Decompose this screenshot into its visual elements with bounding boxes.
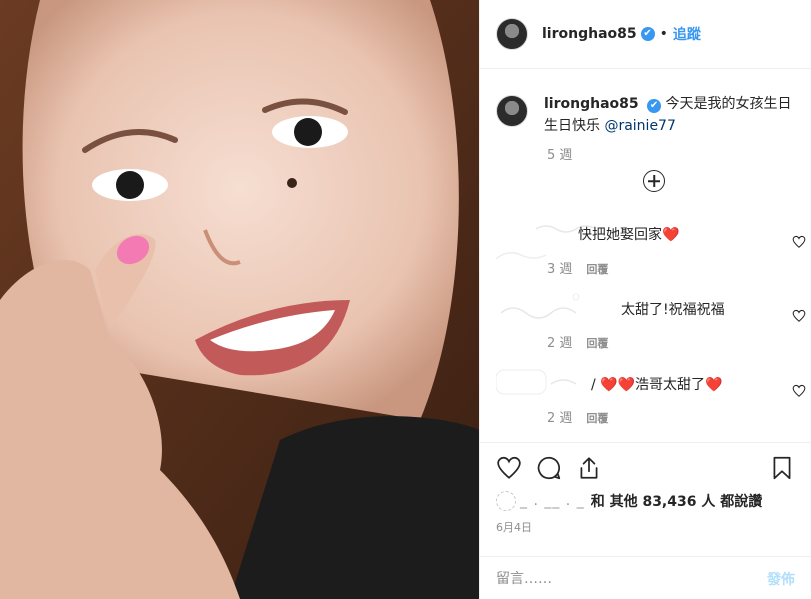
comment-time[interactable]: 3 週 xyxy=(547,262,572,277)
comment-meta: 3 週 回覆 xyxy=(547,258,608,277)
comment-text: / ❤️❤️浩哥太甜了❤️ xyxy=(591,377,723,393)
comment-meta: 2 週 回覆 xyxy=(547,332,608,351)
comment-item: / ❤️❤️浩哥太甜了❤️ 2 週 回覆 xyxy=(496,366,811,430)
comment-item: 太甜了!祝福祝福 2 週 回覆 xyxy=(496,291,811,355)
header-username[interactable]: lironghao85 xyxy=(542,26,637,42)
comment-time[interactable]: 2 週 xyxy=(547,411,572,426)
caption-mention[interactable]: @rainie77 xyxy=(604,118,675,134)
post-header: lironghao85 ✔ • 追蹤 xyxy=(480,0,811,69)
post-date[interactable]: 6月4日 xyxy=(496,519,532,535)
comment-input[interactable] xyxy=(496,570,767,587)
liker-avatar[interactable] xyxy=(496,491,516,511)
selfie-image xyxy=(0,0,479,599)
plus-circle-icon[interactable] xyxy=(643,170,665,192)
post-caption: lironghao85 ✔ 今天是我的女孩生日 生日快乐 @rainie77 xyxy=(496,93,796,137)
verified-badge-icon: ✔ xyxy=(647,99,662,113)
blurred-username-icon xyxy=(500,293,580,319)
comment-like-heart-icon[interactable] xyxy=(792,384,806,398)
post-photo[interactable] xyxy=(0,0,479,599)
avatar[interactable] xyxy=(496,18,528,50)
likes-summary[interactable]: _ . __ . _ 和 其他 83,436 人 都說讚 xyxy=(496,491,762,511)
post-sidebar: lironghao85 ✔ • 追蹤 lironghao85 ✔ 今天是我的女孩… xyxy=(479,0,811,599)
share-icon[interactable] xyxy=(576,455,602,481)
follow-button[interactable]: 追蹤 xyxy=(673,24,701,44)
caption-body: lironghao85 ✔ 今天是我的女孩生日 生日快乐 @rainie77 xyxy=(544,93,794,137)
liker-username[interactable]: _ . __ . _ xyxy=(520,493,585,509)
comments-list[interactable]: lironghao85 ✔ 今天是我的女孩生日 生日快乐 @rainie77 5… xyxy=(480,69,811,442)
post-comment-button[interactable]: 發佈 xyxy=(767,569,795,589)
bookmark-icon[interactable] xyxy=(769,455,795,481)
reply-button[interactable]: 回覆 xyxy=(586,263,608,276)
comment-like-heart-icon[interactable] xyxy=(792,235,806,249)
comment-item: 快把她娶回家❤️ 3 週 回覆 xyxy=(496,219,811,279)
action-icons xyxy=(496,455,795,481)
caption-username[interactable]: lironghao85 xyxy=(544,96,639,112)
comment-time[interactable]: 2 週 xyxy=(547,336,572,351)
comment-like-heart-icon[interactable] xyxy=(792,309,806,323)
reply-button[interactable]: 回覆 xyxy=(586,337,608,350)
reply-button[interactable]: 回覆 xyxy=(586,412,608,425)
verified-badge-icon: ✔ xyxy=(640,27,655,41)
caption-time[interactable]: 5 週 xyxy=(547,144,572,163)
separator-dot: • xyxy=(659,26,668,42)
comment-meta: 2 週 回覆 xyxy=(547,407,608,426)
comment-icon[interactable] xyxy=(536,455,562,481)
post-actions: _ . __ . _ 和 其他 83,436 人 都說讚 6月4日 發佈 xyxy=(480,442,811,599)
comment-text: 快把她娶回家❤️ xyxy=(578,227,680,243)
heart-icon[interactable] xyxy=(496,455,522,481)
comment-composer: 發佈 xyxy=(480,556,811,599)
likes-count-text[interactable]: 和 其他 83,436 人 都說讚 xyxy=(591,491,763,511)
comment-text: 太甜了!祝福祝福 xyxy=(621,302,725,318)
caption-avatar[interactable] xyxy=(496,95,528,127)
